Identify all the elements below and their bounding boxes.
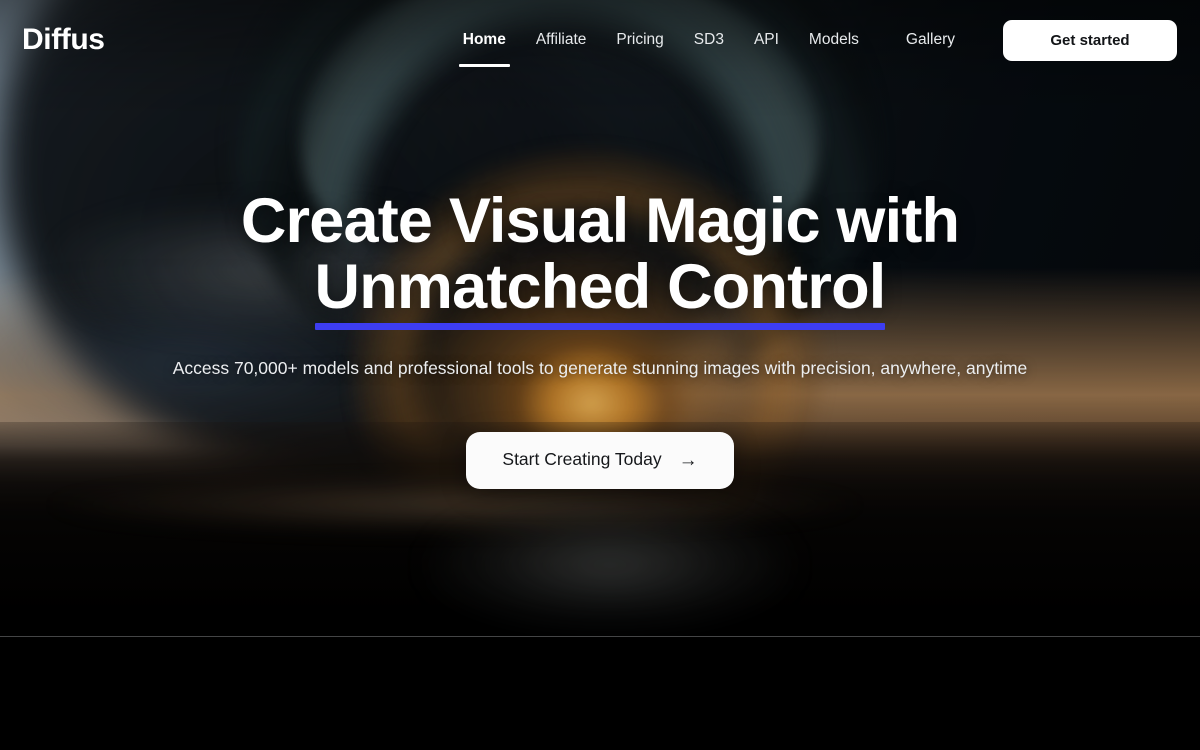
hero-content: Create Visual Magic with Unmatched Contr… <box>0 0 1200 637</box>
nav-item-pricing[interactable]: Pricing <box>601 20 678 61</box>
nav-item-gallery[interactable]: Gallery <box>891 20 970 61</box>
get-started-button[interactable]: Get started <box>1003 19 1177 61</box>
hero-headline-line-2-wrap: Unmatched Control <box>241 254 959 330</box>
site-header: Diffus Home Affiliate Pricing SD3 API Mo… <box>0 0 1200 80</box>
hero-headline-line-1: Create Visual Magic with <box>240 186 960 256</box>
nav-item-models[interactable]: Models <box>794 20 874 61</box>
hero-subheadline: Access 70,000+ models and professional t… <box>172 358 1028 379</box>
page-root: Diffus Home Affiliate Pricing SD3 API Mo… <box>0 0 1200 750</box>
hero-headline: Create Visual Magic with Unmatched Contr… <box>240 186 960 330</box>
arrow-right-icon: → <box>678 449 698 471</box>
section-divider <box>0 636 1200 637</box>
below-fold-section <box>0 637 1200 750</box>
start-creating-today-button[interactable]: Start Creating Today → <box>466 431 734 489</box>
nav-active-indicator <box>458 64 510 68</box>
brand-logo[interactable]: Diffus <box>22 25 105 55</box>
nav-item-home[interactable]: Home <box>448 20 521 68</box>
hero-headline-accent: Unmatched Control <box>314 254 886 330</box>
nav-list: Home Affiliate Pricing SD3 API Models Ga… <box>448 20 970 68</box>
primary-navigation: Home Affiliate Pricing SD3 API Models Ga… <box>448 19 1177 68</box>
nav-item-affiliate[interactable]: Affiliate <box>521 20 602 61</box>
nav-item-api[interactable]: API <box>739 20 794 61</box>
nav-item-sd3[interactable]: SD3 <box>679 20 739 61</box>
nav-item-label: Home <box>462 30 506 48</box>
cta-label: Start Creating Today <box>502 449 662 470</box>
